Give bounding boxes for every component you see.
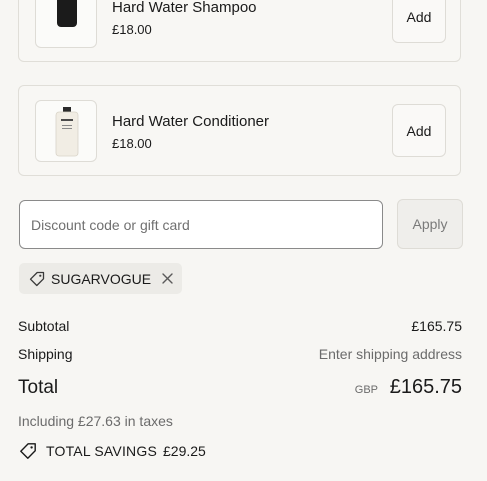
conditioner-bottle-image (55, 107, 79, 157)
shampoo-bottle-image (57, 0, 77, 27)
line-item-card: Hard Water Conditioner £18.00 Add (18, 85, 461, 176)
tag-icon (29, 271, 45, 287)
product-price: £18.00 (112, 22, 152, 37)
total-label: Total (18, 377, 59, 398)
product-thumbnail (35, 0, 97, 48)
apply-discount-button[interactable]: Apply (397, 199, 463, 249)
product-name: Hard Water Shampoo (112, 0, 257, 16)
shipping-value: Enter shipping address (318, 346, 462, 362)
subtotal-label: Subtotal (18, 318, 70, 334)
shipping-label: Shipping (18, 346, 73, 362)
add-button[interactable]: Add (392, 104, 446, 157)
savings-tag-icon (20, 443, 36, 459)
applied-discount-chip: SUGARVOGUE (19, 263, 182, 294)
total-savings-value: £29.25 (163, 443, 206, 459)
currency-code: GBP (354, 384, 378, 396)
total-savings-label: TOTAL SAVINGS (46, 443, 157, 459)
line-item-card: Hard Water Shampoo £18.00 Add (18, 0, 461, 62)
product-thumbnail (35, 100, 97, 162)
product-price: £18.00 (112, 136, 152, 151)
discount-code-input[interactable]: Discount code or gift card (19, 200, 383, 249)
product-name: Hard Water Conditioner (112, 113, 270, 130)
close-icon[interactable] (162, 273, 173, 284)
taxes-note: Including £27.63 in taxes (18, 413, 173, 429)
subtotal-value: £165.75 (411, 318, 462, 334)
add-button[interactable]: Add (392, 0, 446, 43)
discount-code-label: SUGARVOGUE (51, 271, 152, 287)
total-value: £165.75 (389, 376, 462, 398)
